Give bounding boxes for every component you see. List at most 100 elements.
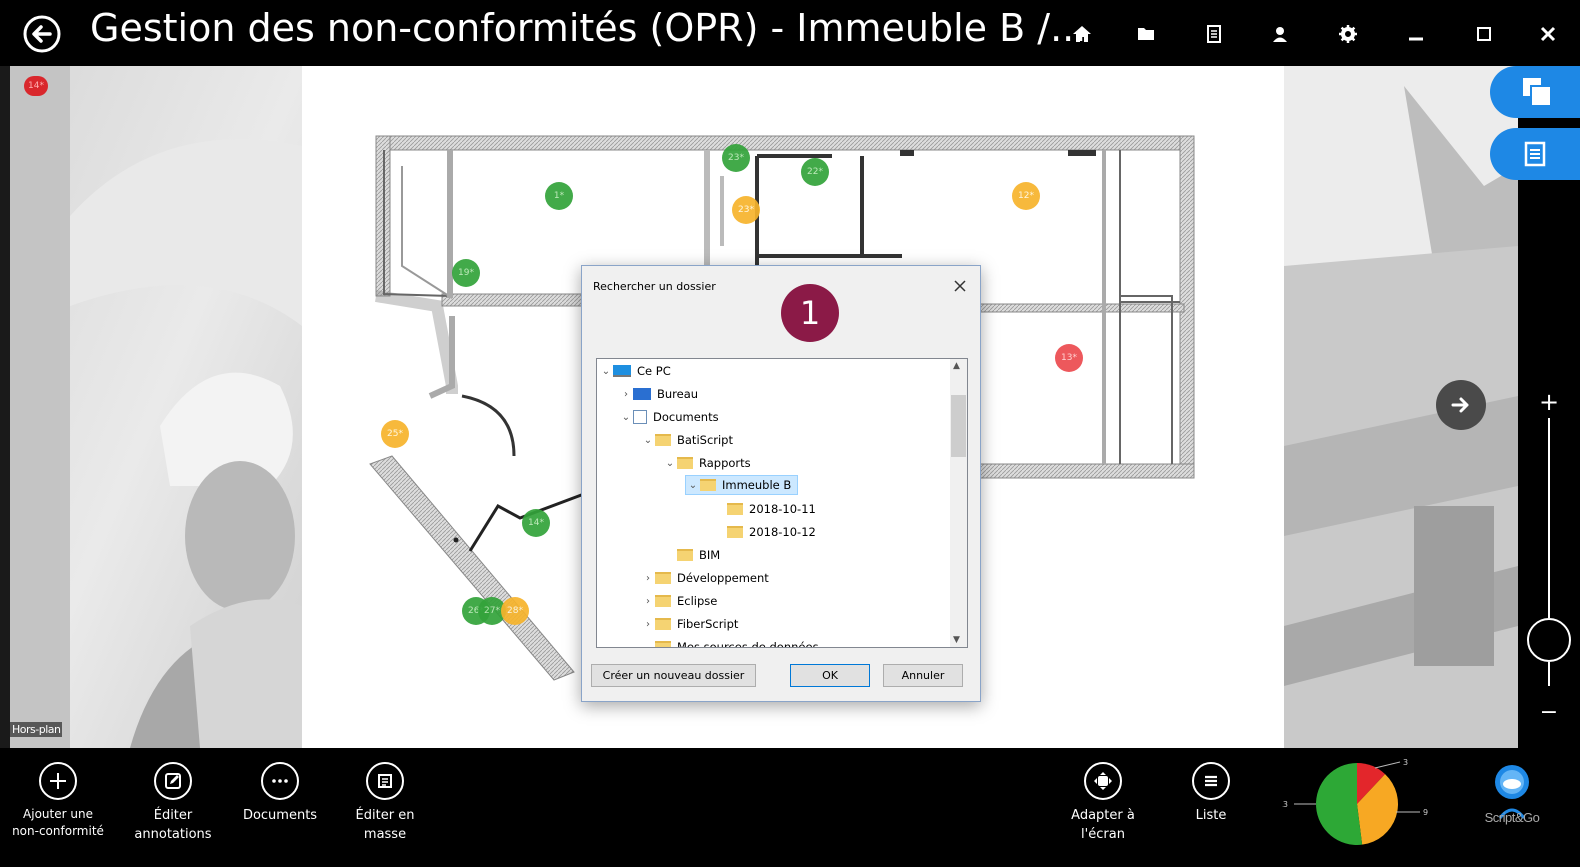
folder-icon [727, 526, 743, 538]
tree-item-documents[interactable]: ⌄ Documents [619, 407, 719, 427]
report-button[interactable] [1198, 18, 1230, 50]
fit-to-screen-button[interactable]: Adapter à l'écran [1048, 762, 1158, 844]
nc-marker[interactable]: 22* [801, 158, 829, 186]
layers-tab[interactable] [1490, 66, 1580, 118]
next-button[interactable] [1436, 380, 1486, 430]
tree-item-label: FiberScript [677, 617, 739, 631]
cancel-button[interactable]: Annuler [883, 664, 963, 687]
user-icon [1273, 27, 1287, 42]
chevron-down-icon[interactable]: ⌄ [663, 458, 677, 469]
folder-icon [655, 572, 671, 584]
chevron-right-icon[interactable]: › [641, 596, 655, 607]
folder-icon [655, 618, 671, 630]
more-icon [261, 762, 299, 800]
edit-annotations-button[interactable]: Éditer annotations [118, 762, 228, 844]
maximize-button[interactable] [1468, 18, 1500, 50]
tree-item-2018-10-12[interactable]: 2018-10-12 [727, 522, 816, 542]
scroll-up-icon[interactable]: ▲ [953, 361, 960, 371]
pie-label-orange: 9 [1423, 808, 1428, 817]
tree-item-sources-donnees[interactable]: Mes sources de données [641, 637, 819, 648]
tree-item-ce-pc[interactable]: ⌄ Ce PC [599, 361, 671, 381]
tree-item-label: Rapports [699, 456, 751, 470]
add-nc-button[interactable]: Ajouter une non-conformité [8, 762, 108, 840]
tree-item-immeuble-b[interactable]: ⌄ Immeuble B [685, 475, 799, 495]
tree-item-batiscript[interactable]: ⌄ BatiScript [641, 430, 733, 450]
computer-icon [613, 365, 631, 377]
tree-item-developpement[interactable]: › Développement [641, 568, 769, 588]
button-label: annotations [134, 827, 212, 842]
tree-item-label: Bureau [657, 387, 699, 401]
back-button[interactable] [22, 14, 62, 54]
notes-tab[interactable] [1490, 128, 1580, 180]
button-label: Liste [1195, 808, 1227, 823]
title-bar: Gestion des non-conformités (OPR) - Imme… [0, 0, 1580, 66]
dialog-close-button[interactable] [948, 274, 972, 298]
folder-icon [655, 595, 671, 607]
user-button[interactable] [1264, 18, 1296, 50]
folder-icon [700, 479, 716, 491]
scroll-down-icon[interactable]: ▼ [953, 635, 960, 645]
button-label: Ajouter une [23, 807, 93, 821]
close-button[interactable] [1532, 18, 1564, 50]
mass-edit-button[interactable]: Éditer en masse [330, 762, 440, 844]
tree-item-label: Documents [653, 410, 719, 424]
tree-item-label: Mes sources de données [677, 640, 819, 648]
back-arrow-icon [23, 15, 61, 53]
minimize-button[interactable] [1400, 18, 1432, 50]
zoom-in-button[interactable]: + [1538, 388, 1560, 416]
chevron-right-icon[interactable]: › [619, 389, 633, 400]
notepad-icon [1524, 141, 1546, 167]
tree-item-eclipse[interactable]: › Eclipse [641, 591, 717, 611]
nc-marker[interactable]: 23* [732, 196, 760, 224]
add-icon [39, 762, 77, 800]
chevron-down-icon[interactable]: ⌄ [619, 412, 633, 423]
list-button[interactable]: Liste [1156, 762, 1266, 825]
tree-item-2018-10-11[interactable]: 2018-10-11 [727, 499, 816, 519]
folder-icon [655, 434, 671, 446]
window-title: Gestion des non-conformités (OPR) - Imme… [90, 6, 1087, 50]
tree-item-label: Développement [677, 571, 769, 585]
folder-icon [655, 641, 671, 647]
chevron-down-icon[interactable]: ⌄ [641, 435, 655, 446]
chevron-down-icon[interactable]: ⌄ [599, 366, 613, 377]
tree-item-label: Ce PC [637, 364, 671, 378]
layers-icon [1523, 78, 1552, 107]
chevron-right-icon[interactable]: › [641, 619, 655, 630]
new-folder-button[interactable]: Créer un nouveau dossier [591, 664, 756, 687]
documents-icon [633, 410, 647, 424]
scrollbar-thumb[interactable] [951, 395, 966, 457]
tree-item-bim[interactable]: BIM [663, 545, 720, 565]
hors-plan-marker[interactable]: 14* [24, 76, 48, 96]
folder-button[interactable] [1130, 18, 1162, 50]
nc-marker[interactable]: 1* [545, 182, 573, 210]
close-icon [954, 280, 966, 292]
tree-item-rapports[interactable]: ⌄ Rapports [663, 453, 751, 473]
ok-button[interactable]: OK [790, 664, 870, 687]
settings-button[interactable] [1332, 18, 1364, 50]
tree-item-label: Immeuble B [722, 478, 792, 492]
folder-tree[interactable]: ⌄ Ce PC › Bureau ⌄ Documents ⌄ BatiScrip… [596, 358, 968, 648]
button-label: Éditer en [355, 808, 415, 823]
chevron-down-icon[interactable]: ⌄ [686, 480, 700, 491]
nc-marker[interactable]: 28* [501, 597, 529, 625]
nc-marker[interactable]: 25* [381, 420, 409, 448]
gear-icon [1339, 25, 1357, 43]
tree-item-bureau[interactable]: › Bureau [619, 384, 698, 404]
tree-scrollbar[interactable]: ▲ ▼ [950, 359, 967, 647]
edit-icon [154, 762, 192, 800]
button-label: non-conformité [12, 824, 104, 838]
nc-marker[interactable]: 14* [522, 509, 550, 537]
folder-icon [677, 457, 693, 469]
pie-leader-line [1374, 761, 1401, 769]
nc-marker[interactable]: 19* [452, 259, 480, 287]
chevron-right-icon[interactable]: › [641, 573, 655, 584]
status-pie-chart[interactable]: 13 9 3 [1278, 752, 1432, 856]
documents-button[interactable]: Documents [225, 762, 335, 825]
zoom-out-button[interactable]: − [1538, 700, 1560, 725]
tree-item-label: 2018-10-11 [749, 502, 816, 516]
nc-marker[interactable]: 23* [722, 144, 750, 172]
home-button[interactable] [1066, 18, 1098, 50]
tree-item-fiberscript[interactable]: › FiberScript [641, 614, 738, 634]
nc-marker[interactable]: 12* [1012, 182, 1040, 210]
nc-marker[interactable]: 13* [1055, 344, 1083, 372]
